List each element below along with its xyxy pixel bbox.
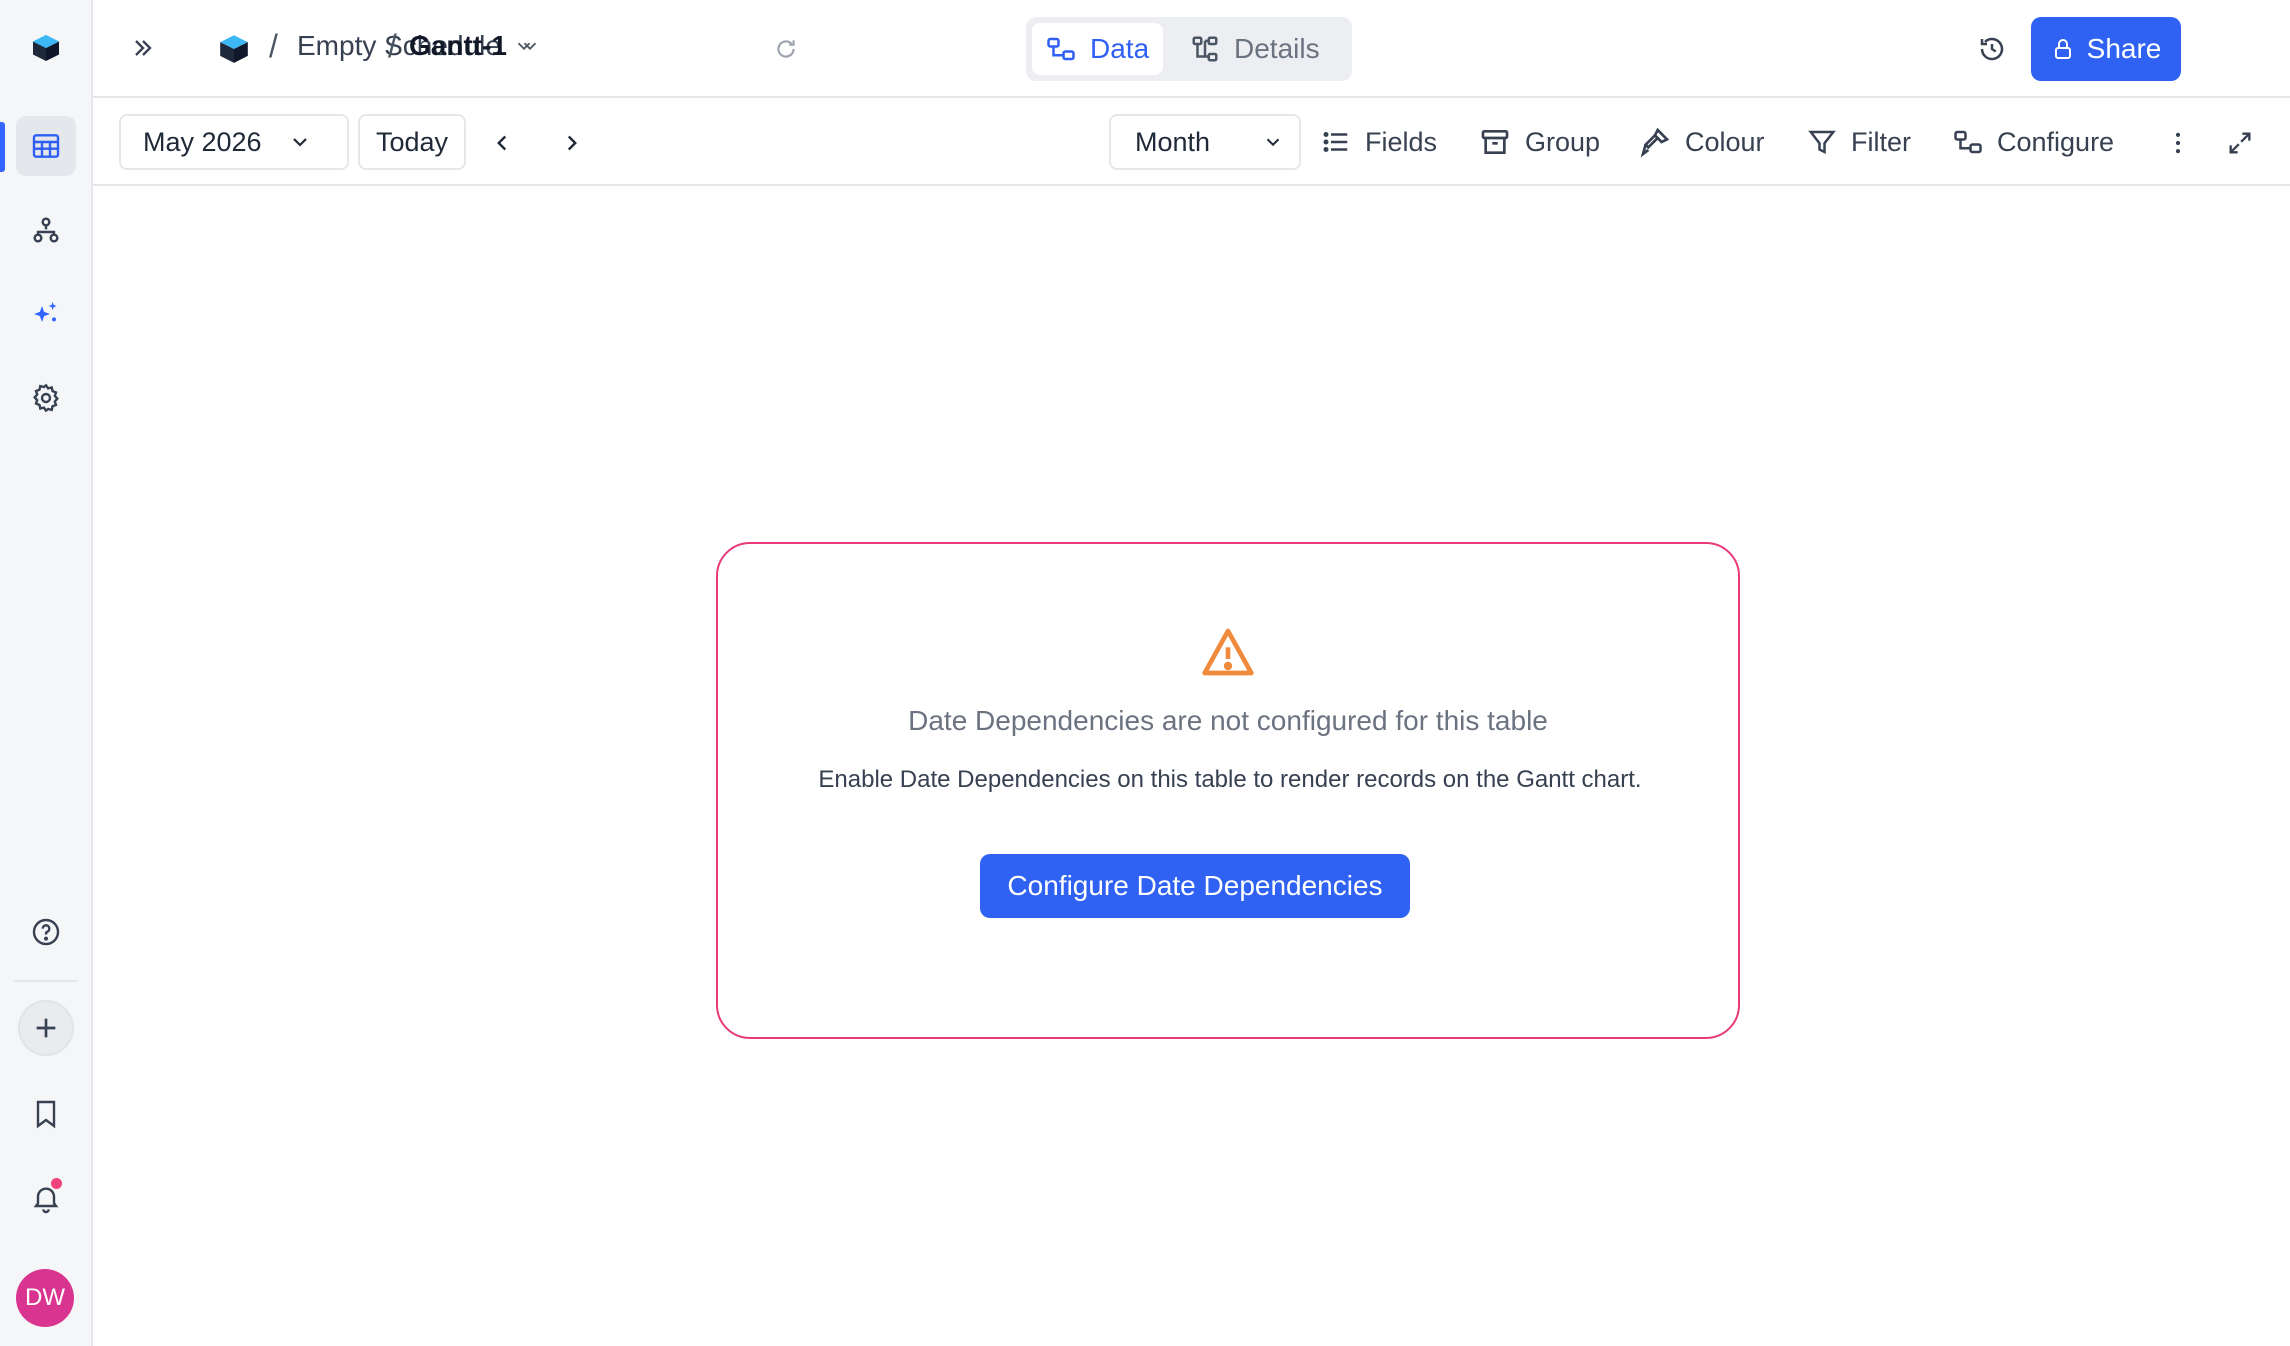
topbar: / Empty Schedule / Gantt-1 Data Details [93,0,2290,98]
chevron-down-icon [1266,138,1280,147]
today-button[interactable]: Today [358,114,466,170]
configure-date-dependencies-label: Configure Date Dependencies [1007,870,1383,901]
configure-button[interactable]: Configure [1953,114,2114,170]
timescale-label: Month [1135,126,1211,157]
data-link-icon [1047,37,1075,61]
bell-icon[interactable] [16,1168,76,1228]
list-icon [1323,132,1348,152]
configure-label: Configure [1997,126,2115,157]
filter-label: Filter [1851,126,1911,157]
lock-icon [2054,39,2071,59]
chevron-left-icon[interactable] [485,126,519,160]
fields-button[interactable]: Fields [1321,114,1437,170]
share-label: Share [2086,33,2162,64]
fields-label: Fields [1365,126,1438,157]
history-icon[interactable] [1973,30,2011,68]
chevron-down-icon [292,138,307,147]
app-logo-icon[interactable] [16,18,76,78]
tab-data[interactable]: Data [1032,23,1164,75]
view-mode-toggle: Data Details [1026,17,1352,81]
paintbrush-icon [1640,127,1670,158]
gear-icon[interactable] [16,368,76,428]
refresh-icon[interactable] [769,32,803,66]
bookmark-icon[interactable] [16,1084,76,1144]
expand-icon[interactable] [2223,126,2257,160]
sidebar-divider [14,980,78,982]
notice-description: Enable Date Dependencies on this table t… [818,766,1642,793]
colour-label: Colour [1685,126,1765,157]
today-label: Today [375,126,449,157]
plus-icon[interactable] [18,1000,74,1056]
configure-date-dependencies-button[interactable]: Configure Date Dependencies [980,854,1410,918]
notice-title: Date Dependencies are not configured for… [908,705,1548,736]
notification-dot [51,1178,62,1189]
date-dependencies-notice: Date Dependencies are not configured for… [716,542,1740,1039]
tab-details-label: Details [1234,33,1320,64]
more-vertical-icon[interactable] [2161,126,2195,160]
chevron-right-icon[interactable] [555,126,589,160]
timescale-select[interactable]: Month [1109,114,1301,170]
breadcrumb-separator: / [388,28,397,64]
view-toolbar: May 2026 Today Month Fields Group Colour [93,98,2290,186]
breadcrumb-separator: / [269,28,278,64]
share-button[interactable]: Share [2031,17,2181,81]
view-name: Gantt-1 [409,30,507,61]
help-icon[interactable] [16,902,76,962]
group-label: Group [1525,126,1601,157]
avatar-initials: DW [25,1284,65,1311]
breadcrumb-view[interactable]: Gantt-1 [409,30,541,62]
active-indicator [0,122,5,172]
details-tree-icon [1192,36,1218,62]
hierarchy-icon[interactable] [16,200,76,260]
colour-button[interactable]: Colour [1639,114,1765,170]
chevron-down-icon [523,42,537,51]
filter-button[interactable]: Filter [1807,114,1911,170]
configure-link-icon [1954,130,1982,154]
sparkles-icon[interactable] [16,284,76,344]
month-date-selector[interactable]: May 2026 [119,114,349,170]
archive-icon [1481,130,1509,154]
tab-details[interactable]: Details [1176,23,1334,75]
filter-icon [1808,130,1836,155]
warning-icon [718,624,1738,680]
grid-icon[interactable] [16,116,76,176]
group-button[interactable]: Group [1479,114,1600,170]
avatar[interactable]: DW [16,1269,74,1327]
sidebar: DW [0,0,93,1346]
base-logo-icon [215,30,253,68]
tab-data-label: Data [1090,33,1150,64]
date-selector-label: May 2026 [143,126,262,157]
expand-sidebar-icon[interactable] [125,30,161,66]
